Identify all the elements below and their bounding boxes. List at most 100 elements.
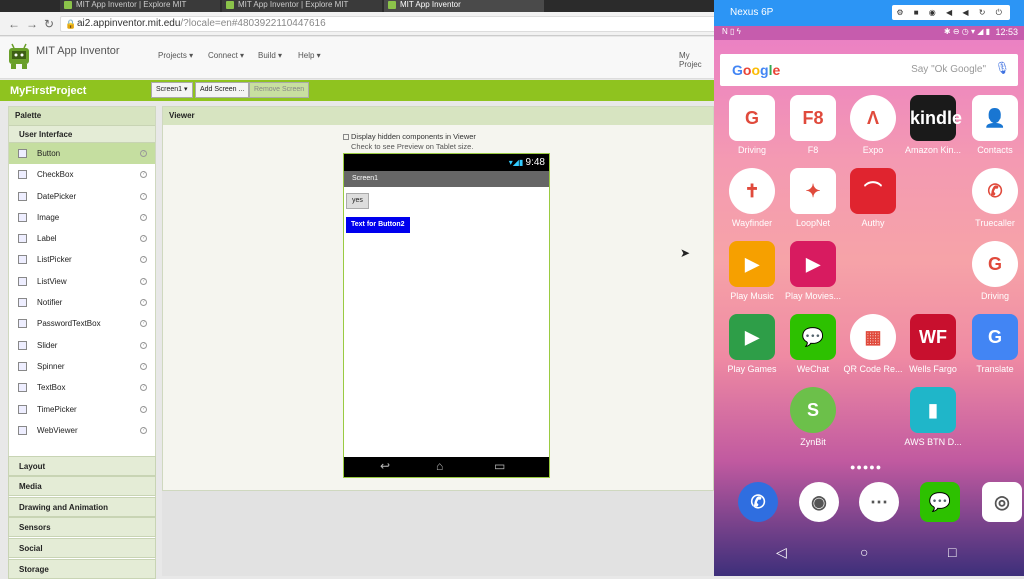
app-icon-play-movies[interactable]: ▶ Play Movies... (778, 241, 848, 301)
dock-app-icon[interactable]: ◎ (967, 482, 1024, 522)
help-icon[interactable]: ? (140, 426, 147, 434)
palette-item-notifier[interactable]: Notifier? (9, 292, 155, 313)
help-icon[interactable]: ? (140, 384, 147, 392)
screen-select-button[interactable]: Screen1 ▾ (151, 82, 193, 98)
project-name: MyFirstProject (10, 85, 87, 97)
back-icon[interactable]: ◁ (776, 544, 787, 561)
app-inventor-favicon-icon (388, 1, 396, 9)
page-indicator: ●●●●● (850, 462, 883, 472)
palette-item-slider[interactable]: Slider? (9, 335, 155, 356)
palette-item-webviewer[interactable]: WebViewer? (9, 420, 155, 441)
help-icon[interactable]: ? (140, 299, 147, 307)
help-icon[interactable]: ? (140, 150, 147, 157)
home-icon[interactable]: ○ (860, 544, 868, 560)
menu-connect[interactable]: Connect ▾ (208, 51, 244, 60)
app-icon-contacts[interactable]: 👤 Contacts (960, 95, 1024, 155)
recents-icon[interactable]: □ (948, 544, 956, 560)
palette-item-label: Notifier (37, 298, 63, 308)
browser-tab[interactable]: MIT App Inventor | Explore MIT (222, 0, 382, 12)
palette-item-label: PasswordTextBox (37, 319, 101, 329)
app-icon-play-games[interactable]: ▶ Play Games (717, 314, 787, 374)
palette-category-sensors[interactable]: Sensors (8, 517, 156, 537)
palette-item-button[interactable]: Button? (9, 143, 155, 165)
palette-category-storage[interactable]: Storage (8, 559, 156, 579)
palette-item-image[interactable]: Image? (9, 207, 155, 228)
app-glyph-icon: S (790, 387, 836, 433)
app-icon-translate[interactable]: G Translate (960, 314, 1024, 374)
notification-icons: N ▯ ϟ (722, 27, 741, 36)
help-icon[interactable]: ? (140, 213, 147, 221)
tablet-preview-label[interactable]: Check to see Preview on Tablet size. (351, 142, 473, 151)
palette-section-user-interface[interactable]: User Interface (9, 125, 155, 143)
app-icon-authy[interactable]: ⌒ Authy (838, 168, 908, 228)
palette-category-drawing-animation[interactable]: Drawing and Animation (8, 497, 156, 517)
reload-icon[interactable]: ↻ (44, 17, 54, 31)
help-icon[interactable]: ? (140, 256, 147, 264)
palette-item-label[interactable]: Label? (9, 228, 155, 249)
add-screen-button[interactable]: Add Screen ... (195, 82, 250, 98)
app-glyph-icon: F8 (790, 95, 836, 141)
app-icon-aws-btn-d[interactable]: ▮ AWS BTN D... (898, 387, 968, 447)
palette-item-datepicker[interactable]: DatePicker? (9, 186, 155, 207)
checkbox-icon[interactable] (343, 134, 349, 141)
help-icon[interactable]: ? (140, 235, 147, 243)
menu-help[interactable]: Help ▾ (298, 51, 321, 60)
google-search-bar[interactable]: Google Say "Ok Google" 🎙 (720, 54, 1018, 86)
help-icon[interactable]: ? (140, 192, 147, 200)
app-icon-zynbit[interactable]: S ZynBit (778, 387, 848, 447)
palette-item-label: Label (37, 234, 57, 244)
dock-glyph-icon: ✆ (738, 482, 778, 522)
dock-app-icon[interactable]: ⋯ (844, 482, 914, 522)
preview-button-yes[interactable]: yes (346, 193, 369, 209)
back-icon[interactable]: ← (8, 17, 20, 31)
help-icon[interactable]: ? (140, 341, 147, 349)
url-field[interactable]: 🔒 ai2.appinventor.mit.edu/?locale=en#480… (60, 16, 720, 32)
palette-title: Palette (9, 107, 155, 125)
webviewer-icon (18, 425, 27, 435)
menu-build[interactable]: Build ▾ (258, 51, 282, 60)
remove-screen-button[interactable]: Remove Screen (249, 82, 310, 98)
help-icon[interactable]: ? (140, 277, 147, 285)
app-icon-driving[interactable]: G Driving (960, 241, 1024, 301)
app-header: MIT App Inventor Projects ▾ Connect ▾ Bu… (0, 37, 714, 79)
palette-item-textbox[interactable]: TextBox? (9, 377, 155, 398)
app-icon-amazon-kin[interactable]: kindle Amazon Kin... (898, 95, 968, 155)
viewer-background (162, 491, 714, 576)
app-icon-wells-fargo[interactable]: WF Wells Fargo (898, 314, 968, 374)
app-label: Play Music (730, 291, 774, 301)
palette-item-spinner[interactable]: Spinner? (9, 356, 155, 377)
palette-item-passwordtextbox[interactable]: PasswordTextBox? (9, 313, 155, 334)
app-icon-play-music[interactable]: ▶ Play Music (717, 241, 787, 301)
preview-button2[interactable]: Text for Button2 (346, 217, 410, 233)
browser-tab[interactable]: MIT App Inventor | Explore MIT (60, 0, 220, 12)
palette-item-listpicker[interactable]: ListPicker? (9, 249, 155, 270)
help-icon[interactable]: ? (140, 362, 147, 370)
app-glyph-icon: Λ (850, 95, 896, 141)
app-icon-driving[interactable]: G Driving (717, 95, 787, 155)
help-icon[interactable]: ? (140, 405, 147, 413)
app-icon-truecaller[interactable]: ✆ Truecaller (960, 168, 1024, 228)
palette-category-layout[interactable]: Layout (8, 456, 156, 476)
textbox-icon (18, 383, 27, 393)
palette-category-social[interactable]: Social (8, 538, 156, 558)
app-icon-wayfinder[interactable]: ✝ Wayfinder (717, 168, 787, 228)
hidden-components-checkbox[interactable]: Display hidden components in Viewer (343, 132, 476, 141)
palette-item-checkbox[interactable]: CheckBox? (9, 164, 155, 185)
dock-app-icon[interactable]: ✆ (723, 482, 793, 522)
microphone-icon[interactable]: 🎙 (995, 61, 1010, 75)
palette-item-listview[interactable]: ListView? (9, 271, 155, 292)
dock-app-icon[interactable]: 💬 (905, 482, 975, 522)
palette-item-label: Button (37, 149, 61, 158)
brand-title[interactable]: MIT App Inventor (36, 45, 120, 57)
google-logo: Google (732, 62, 781, 78)
my-projects-link[interactable]: My Projec (679, 51, 714, 69)
browser-tab-active[interactable]: MIT App Inventor (384, 0, 544, 12)
palette-item-timepicker[interactable]: TimePicker? (9, 399, 155, 420)
forward-icon[interactable]: → (26, 17, 38, 31)
help-icon[interactable]: ? (140, 320, 147, 328)
palette-category-media[interactable]: Media (8, 476, 156, 496)
palette-item-label: DatePicker (37, 191, 77, 201)
emulator-controls[interactable]: ⚙ ■ ◉ ◀ ◀ ↻ ⏻ (892, 5, 1010, 20)
help-icon[interactable]: ? (140, 171, 147, 179)
menu-projects[interactable]: Projects ▾ (158, 51, 193, 60)
